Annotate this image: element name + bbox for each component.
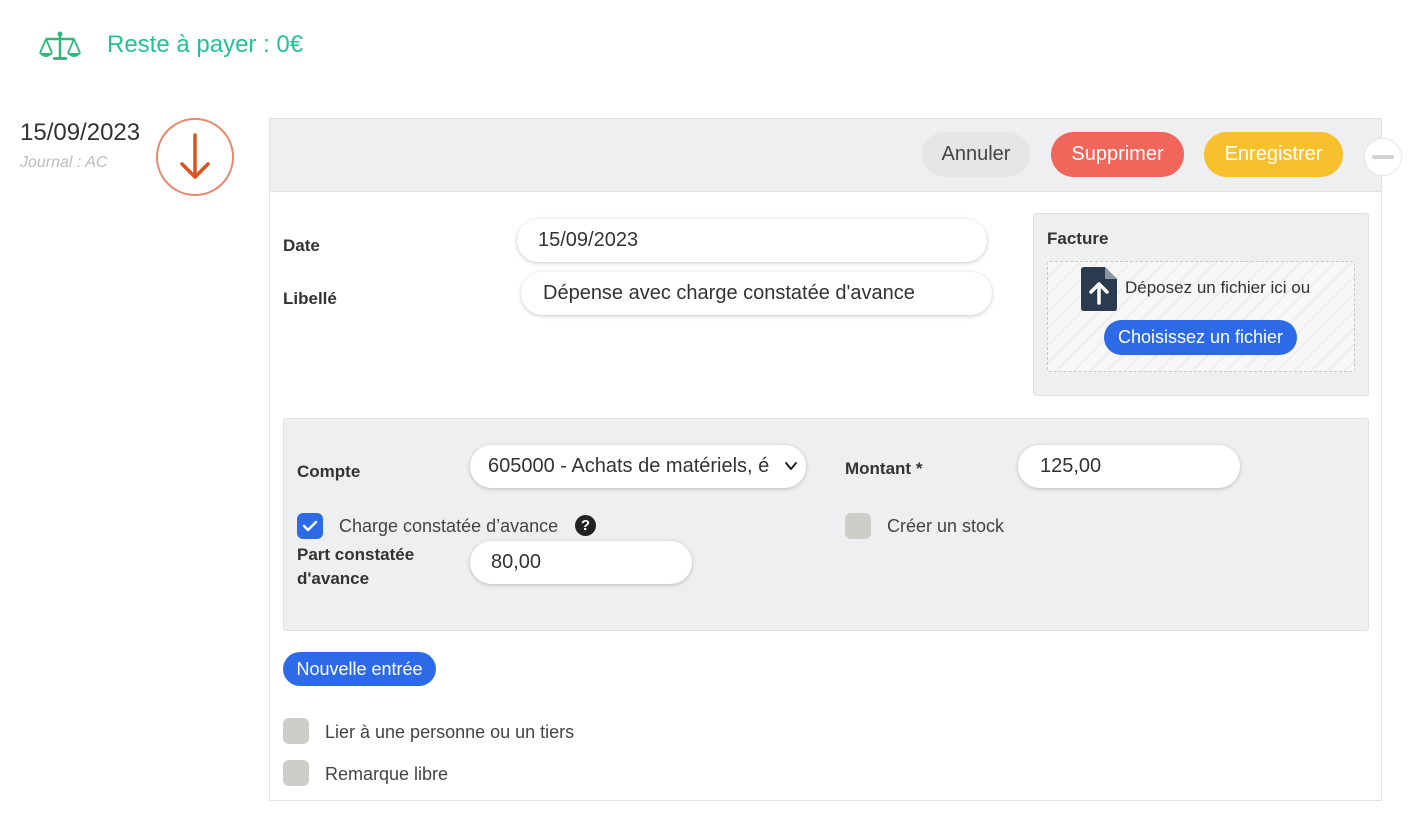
montant-input-value: 125,00 (1040, 455, 1102, 477)
part-avance-label-line1: Part constatée (297, 545, 415, 564)
checkmark-icon (302, 520, 318, 532)
part-avance-input[interactable]: 80,00 (470, 541, 692, 584)
facture-title: Facture (1047, 229, 1109, 248)
charge-avance-label: Charge constatée d’avance (339, 516, 559, 536)
date-input[interactable]: 15/09/2023 (517, 219, 987, 262)
question-mark-icon[interactable]: ? (575, 515, 596, 536)
remaining-to-pay: Reste à payer : 0€ (107, 31, 304, 58)
free-remark-checkbox[interactable] (283, 760, 309, 786)
entry-journal: Journal : AC (20, 154, 108, 171)
cancel-button[interactable]: Annuler (922, 132, 1030, 177)
delete-button[interactable]: Supprimer (1051, 132, 1184, 177)
dropzone-text: Déposez un fichier ici ou (1125, 278, 1311, 297)
entry-date: 15/09/2023 (20, 119, 141, 146)
compte-select[interactable]: 605000 - Achats de matériels, é (470, 445, 806, 488)
collapse-button[interactable] (1364, 138, 1402, 176)
file-upload-icon (1081, 267, 1117, 311)
montant-input[interactable]: 125,00 (1018, 445, 1240, 488)
libelle-label: Libellé (283, 289, 337, 308)
choose-file-button[interactable]: Choisissez un fichier (1104, 320, 1297, 355)
part-avance-label: Part constatée d'avance (297, 543, 414, 591)
compte-select-value: 605000 - Achats de matériels, é (488, 455, 770, 477)
date-input-value: 15/09/2023 (538, 229, 639, 251)
new-entry-button[interactable]: Nouvelle entrée (283, 652, 436, 686)
montant-label: Montant * (845, 459, 923, 478)
free-remark-label: Remarque libre (325, 764, 449, 784)
chevron-down-icon (785, 462, 797, 470)
date-label: Date (283, 236, 320, 255)
create-stock-label: Créer un stock (887, 516, 1005, 536)
save-button[interactable]: Enregistrer (1204, 132, 1343, 177)
link-person-checkbox[interactable] (283, 718, 309, 744)
charge-avance-checkbox[interactable] (297, 513, 323, 539)
compte-label: Compte (297, 462, 361, 481)
balance-scale-icon (39, 31, 81, 60)
expense-direction-badge (156, 118, 234, 196)
libelle-input[interactable]: Dépense avec charge constatée d'avance (521, 272, 992, 315)
libelle-input-value: Dépense avec charge constatée d'avance (543, 282, 915, 304)
link-person-label: Lier à une personne ou un tiers (325, 722, 575, 742)
create-stock-checkbox[interactable] (845, 513, 871, 539)
part-avance-label-line2: d'avance (297, 569, 370, 588)
arrow-down-icon (180, 133, 210, 179)
part-avance-input-value: 80,00 (491, 551, 542, 573)
minus-icon (1372, 155, 1394, 159)
